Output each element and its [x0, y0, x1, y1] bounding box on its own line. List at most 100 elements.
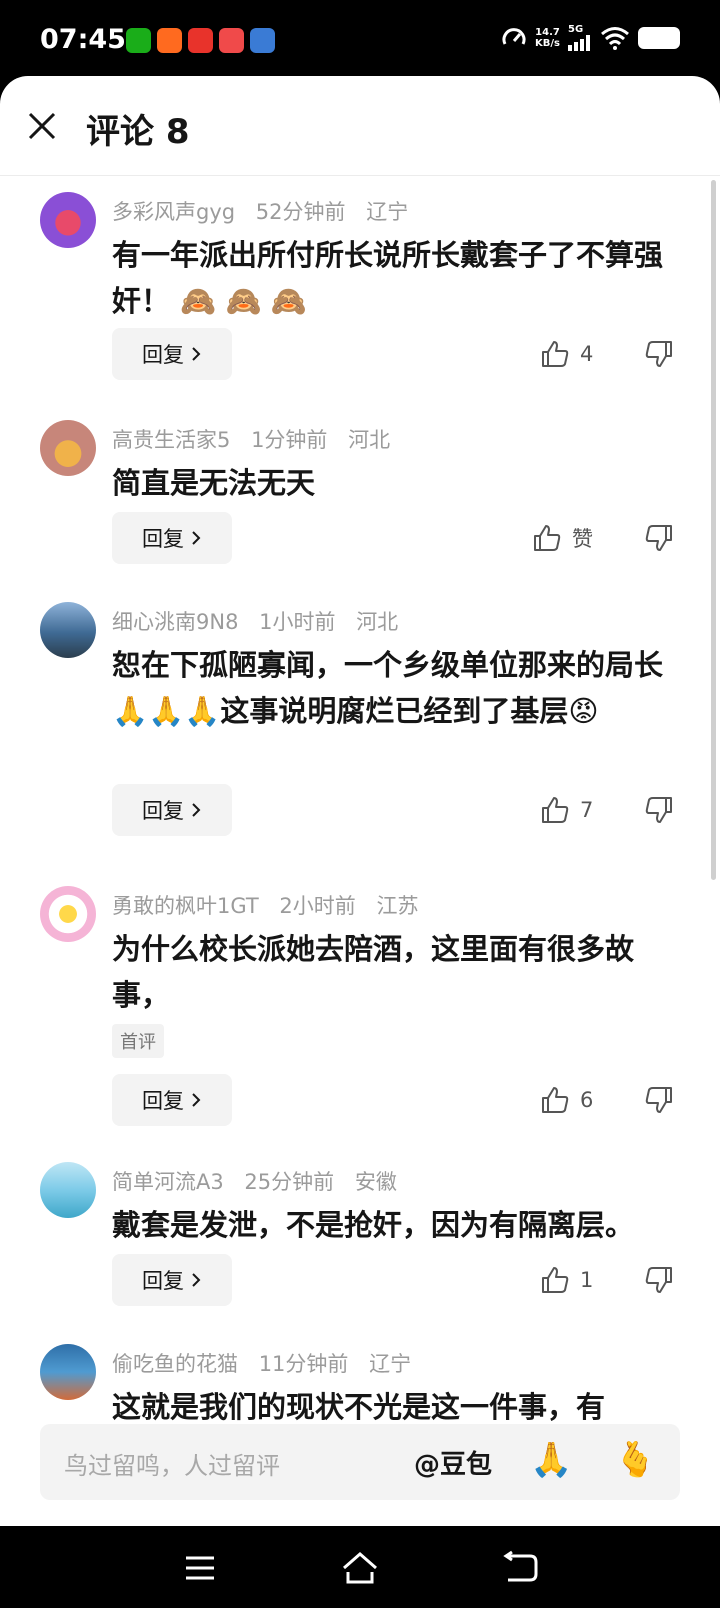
signal-group: 5G [568, 24, 592, 51]
comment-username[interactable]: 高贵生活家5 [112, 428, 230, 452]
reply-button[interactable]: 回复 [112, 784, 232, 836]
thumbs-down-icon [645, 525, 672, 551]
like-count: 赞 [572, 527, 593, 551]
system-nav-bar [0, 1526, 720, 1608]
comment-location: 河北 [356, 610, 399, 634]
dislike-button[interactable] [644, 1074, 676, 1126]
comment-input-bar[interactable]: 鸟过留鸣，人过留评 @豆包 🙏 🫰 [40, 1424, 680, 1500]
comment-time: 1分钟前 [251, 428, 328, 452]
dislike-button[interactable] [644, 512, 676, 564]
home-icon[interactable] [340, 1548, 380, 1588]
reply-button[interactable]: 回复 [112, 1254, 232, 1306]
avatar[interactable] [40, 1344, 96, 1400]
page-title: 评论 8 [86, 112, 190, 152]
chevron-right-icon [192, 531, 201, 545]
reply-button[interactable]: 回复 [112, 1074, 232, 1126]
app-icon [219, 28, 244, 53]
wechat-icon [126, 28, 151, 53]
toutiao-icon [188, 28, 213, 53]
battery-icon [638, 26, 680, 49]
comment-time: 52分钟前 [255, 200, 346, 224]
avatar[interactable] [40, 1162, 96, 1218]
chevron-right-icon [192, 1273, 201, 1287]
reply-button[interactable]: 回复 [112, 512, 232, 564]
mention-button[interactable]: @豆包 [414, 1444, 492, 1481]
comment-time: 25分钟前 [244, 1170, 335, 1194]
comment-input[interactable]: 鸟过留鸣，人过留评 [64, 1446, 280, 1481]
dislike-button[interactable] [644, 328, 676, 380]
like-button[interactable]: 7 [540, 784, 593, 836]
comment-list[interactable]: 多彩风声gyg 52分钟前 辽宁 有一年派出所付所长说所长戴套子了不算强奸！ 🙈… [0, 176, 720, 1496]
comment-username[interactable]: 细心洮南9N8 [112, 610, 238, 634]
chevron-right-icon [192, 1093, 201, 1107]
chevron-right-icon [192, 347, 201, 361]
app-icon [157, 28, 182, 53]
dislike-button[interactable] [644, 1254, 676, 1306]
comment-location: 辽宁 [369, 1352, 412, 1376]
thumbs-up-icon [542, 341, 569, 367]
like-button[interactable]: 赞 [532, 512, 593, 564]
dislike-button[interactable] [644, 784, 676, 836]
heart-hand-emoji-button[interactable]: 🫰 [614, 1440, 656, 1480]
menu-icon[interactable] [180, 1548, 220, 1588]
comment-meta: 简单河流A3 25分钟前 安徽 [112, 1166, 411, 1196]
status-app-icons [126, 28, 275, 53]
comment-text: 有一年派出所付所长说所长戴套子了不算强奸！ 🙈 🙈 🙈 [112, 238, 664, 318]
pray-emoji-button[interactable]: 🙏 [530, 1440, 572, 1480]
comment-meta: 多彩风声gyg 52分钟前 辽宁 [112, 196, 422, 226]
like-count: 1 [580, 1268, 594, 1292]
comment-sheet: 评论 8 多彩风声gyg 52分钟前 辽宁 有一年派出所付所长说所长戴套子了不算… [0, 76, 720, 1526]
comment-username[interactable]: 多彩风声gyg [112, 200, 235, 224]
wifi-icon [601, 26, 629, 50]
comment-meta: 细心洮南9N8 1小时前 河北 [112, 606, 412, 636]
comment-emojis: 🙈 🙈 🙈 [180, 284, 307, 318]
comment-username[interactable]: 简单河流A3 [112, 1170, 224, 1194]
scrollbar[interactable] [711, 180, 716, 880]
like-count: 6 [580, 1088, 594, 1112]
status-bar: 07:45 14.7 KB/s 5G [0, 0, 720, 80]
comment-time: 2小时前 [279, 894, 356, 918]
avatar[interactable] [40, 420, 96, 476]
comment-text: 戴套是发泄，不是抢奸，因为有隔离层。 [112, 1208, 635, 1242]
comment-emojis: 🙏🙏🙏 [112, 694, 221, 728]
like-button[interactable]: 4 [540, 328, 593, 380]
back-icon[interactable] [500, 1548, 540, 1588]
comment-location: 河北 [348, 428, 391, 452]
thumbs-up-icon [542, 1267, 569, 1293]
comment-location: 辽宁 [366, 200, 409, 224]
comment-emojis: 😡 [568, 694, 599, 728]
net-speed: 14.7 KB/s [535, 26, 560, 49]
like-count: 4 [580, 342, 594, 366]
thumbs-down-icon [645, 341, 672, 367]
comment-text: 恕在下孤陋寡闻，一个乡级单位那来的局长🙏🙏🙏这事说明腐烂已经到了基层😡 [112, 648, 664, 728]
signal-icon [568, 35, 590, 51]
network-type: 5G [568, 24, 584, 35]
comment-meta: 勇敢的枫叶1GT 2小时前 江苏 [112, 890, 432, 920]
sheet-header: 评论 8 [0, 76, 720, 176]
close-icon[interactable] [24, 108, 60, 144]
thumbs-up-icon [534, 525, 561, 551]
like-button[interactable]: 6 [540, 1074, 593, 1126]
like-button[interactable]: 1 [540, 1254, 593, 1306]
thumbs-down-icon [645, 797, 672, 823]
comment-time: 1小时前 [259, 610, 336, 634]
avatar[interactable] [40, 192, 96, 248]
comment-meta: 偷吃鱼的花猫 11分钟前 辽宁 [112, 1348, 425, 1378]
thumbs-down-icon [645, 1267, 672, 1293]
comment-username[interactable]: 勇敢的枫叶1GT [112, 894, 259, 918]
thumbs-down-icon [645, 1087, 672, 1113]
thumbs-up-icon [542, 797, 569, 823]
like-count: 7 [580, 798, 594, 822]
avatar[interactable] [40, 886, 96, 942]
speedometer-icon [502, 27, 526, 45]
status-time: 07:45 [40, 24, 126, 55]
comment-time: 11分钟前 [258, 1352, 349, 1376]
status-right: 14.7 KB/s 5G [501, 24, 680, 51]
first-comment-badge: 首评 [112, 1024, 164, 1058]
reply-button[interactable]: 回复 [112, 328, 232, 380]
avatar[interactable] [40, 602, 96, 658]
chevron-right-icon [192, 803, 201, 817]
comment-username[interactable]: 偷吃鱼的花猫 [112, 1352, 238, 1376]
thumbs-up-icon [542, 1087, 569, 1113]
comment-location: 安徽 [354, 1170, 397, 1194]
